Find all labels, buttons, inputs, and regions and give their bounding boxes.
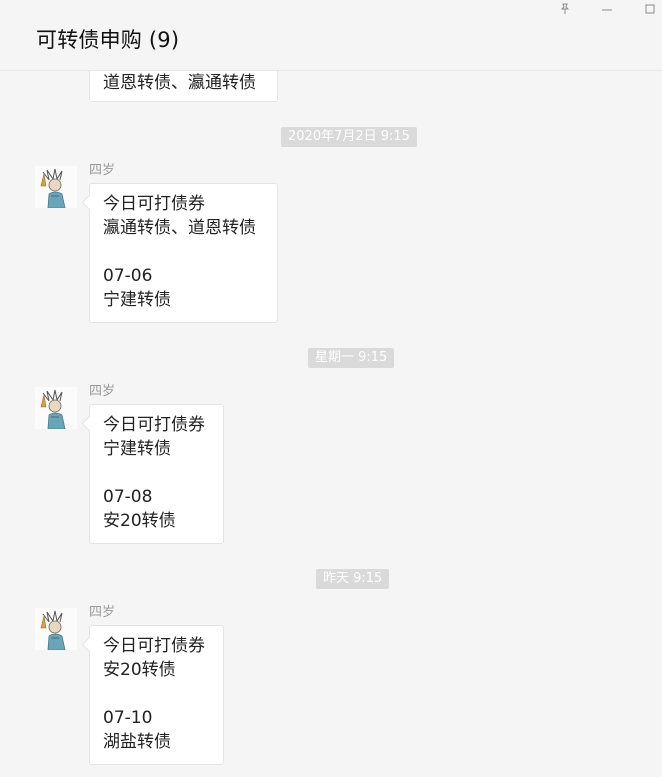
pin-icon[interactable] [552, 0, 578, 18]
message-list[interactable]: 道恩转债、瀛通转债 2020年7月2日 9:15 四岁 今日可打债券 瀛通转债、… [0, 71, 662, 777]
maximize-icon[interactable] [637, 0, 662, 18]
message-bubble[interactable]: 今日可打债券 宁建转债 07-08 安20转债 [89, 404, 224, 544]
timestamp: 星期一 9:15 [308, 348, 395, 368]
avatar[interactable] [35, 608, 77, 650]
title-bar: 可转债申购 (9) [0, 0, 662, 71]
avatar[interactable] [35, 387, 77, 429]
timestamp: 2020年7月2日 9:15 [281, 127, 417, 147]
sender-name: 四岁 [89, 163, 116, 178]
sender-name: 四岁 [89, 605, 116, 620]
chat-title: 可转债申购 (9) [36, 28, 180, 52]
sender-name: 四岁 [89, 384, 116, 399]
chat-window: 可转债申购 (9) 道恩转债、瀛通转债 2020年7月2日 9:15 四岁 今日… [0, 0, 662, 777]
timestamp: 昨天 9:15 [316, 569, 390, 589]
message-bubble[interactable]: 道恩转债、瀛通转债 [89, 71, 278, 102]
minimize-icon[interactable] [594, 0, 620, 18]
message-bubble[interactable]: 今日可打债券 安20转债 07-10 湖盐转债 [89, 625, 224, 765]
message-bubble[interactable]: 今日可打债券 瀛通转债、道恩转债 07-06 宁建转债 [89, 183, 278, 323]
avatar[interactable] [35, 166, 77, 208]
